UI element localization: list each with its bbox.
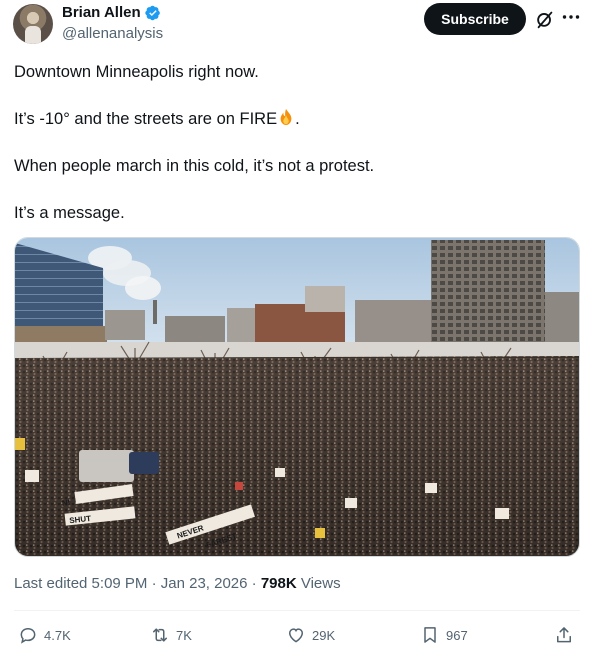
more-icon[interactable] xyxy=(560,6,582,28)
repost-count: 7K xyxy=(176,627,192,643)
reply-count: 4.7K xyxy=(44,627,71,643)
author-display-name[interactable]: Brian Allen xyxy=(62,4,141,21)
subscribe-button[interactable]: Subscribe xyxy=(424,3,526,35)
bookmark-count: 967 xyxy=(446,627,468,643)
tweet-paragraph: Downtown Minneapolis right now. xyxy=(14,63,259,81)
protest-crowd-photo: NI SHUT NEVER FAREST xyxy=(15,238,579,556)
repost-icon xyxy=(153,628,167,642)
like-button[interactable]: 29K xyxy=(286,620,335,650)
share-icon xyxy=(557,627,571,643)
tweet-paragraph-suffix: . xyxy=(295,110,300,128)
reply-button[interactable]: 4.7K xyxy=(18,620,71,650)
verified-badge-icon xyxy=(144,5,160,20)
reply-icon xyxy=(20,627,36,644)
tweet-paragraph: It’s -10° and the streets are on FIRE. xyxy=(14,107,300,131)
heart-icon xyxy=(288,628,304,643)
like-count: 29K xyxy=(312,627,336,643)
author-handle[interactable]: @allenanalysis xyxy=(62,25,163,42)
tweet-paragraph: When people march in this cold, it’s not… xyxy=(14,157,375,175)
share-button[interactable] xyxy=(554,620,574,650)
bookmark-icon xyxy=(424,627,436,643)
action-bar: 4.7K 7K 29K 967 xyxy=(0,620,593,650)
author-name-row[interactable]: Brian Allen xyxy=(62,4,161,21)
tweet-photo[interactable]: NI SHUT NEVER FAREST xyxy=(14,237,580,557)
tweet-header: Brian Allen @allenanalysis Subscribe xyxy=(0,0,593,56)
tweet-paragraph-text: It’s -10° and the streets are on FIRE xyxy=(14,110,278,128)
tweet-meta: Last edited 5:09 PM · Jan 23, 2026 · 798… xyxy=(14,575,341,592)
tweet-paragraph: It’s a message. xyxy=(14,204,125,222)
avatar[interactable] xyxy=(13,4,53,44)
views-label: Views xyxy=(296,575,341,592)
sign-text: NI xyxy=(61,498,70,508)
views-count: 798K xyxy=(260,575,297,592)
divider xyxy=(14,610,580,611)
edited-timestamp[interactable]: Last edited 5:09 PM · Jan 23, 2026 · xyxy=(14,575,261,592)
grok-icon[interactable] xyxy=(534,8,556,30)
fire-emoji-icon xyxy=(280,108,292,126)
bookmark-button[interactable]: 967 xyxy=(420,620,468,650)
repost-button[interactable]: 7K xyxy=(150,620,192,650)
